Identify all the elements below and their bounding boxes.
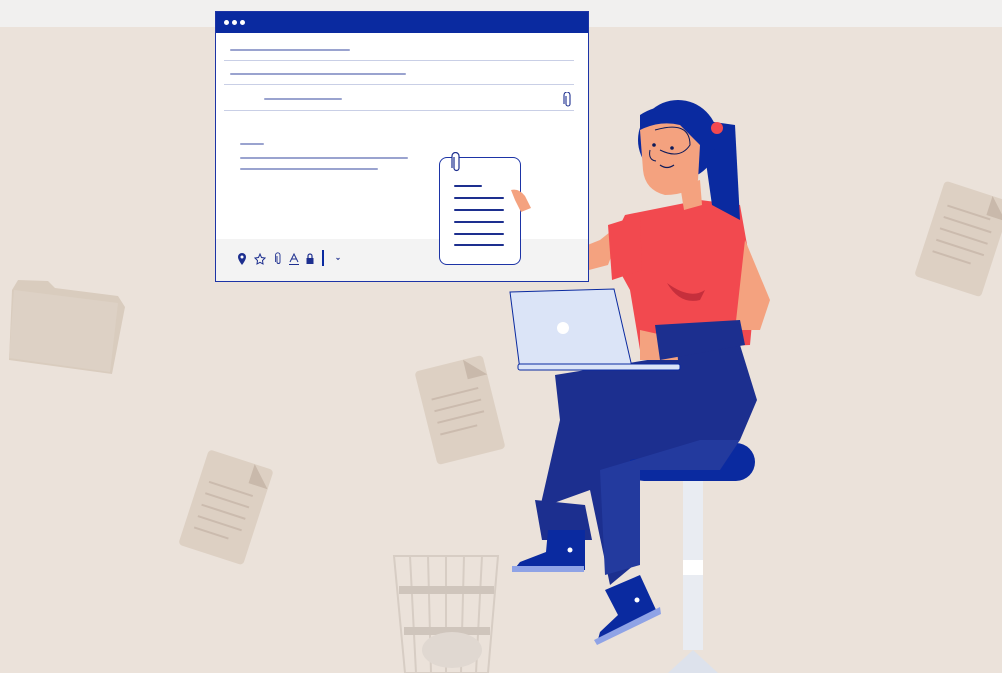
document-line	[454, 185, 482, 187]
field-divider	[224, 60, 574, 61]
star-icon[interactable]	[254, 252, 266, 266]
titlebar-dot-icon[interactable]	[232, 20, 237, 25]
folder-icon	[9, 280, 125, 374]
compose-toolbar	[216, 239, 588, 281]
body-text-line	[240, 168, 378, 170]
document-line	[454, 209, 504, 211]
email-compose-window	[215, 11, 589, 282]
field-divider	[224, 110, 574, 111]
lock-icon[interactable]	[304, 252, 316, 266]
to-field-placeholder[interactable]	[230, 49, 350, 51]
attachment-icon[interactable]	[563, 92, 573, 108]
woman-head	[638, 100, 740, 220]
document-line	[454, 221, 504, 223]
document-icon	[915, 181, 1002, 297]
window-titlebar	[216, 12, 588, 33]
paperclip-icon[interactable]	[272, 252, 284, 266]
document-paperclip-icon	[451, 152, 460, 172]
body-text-line	[240, 157, 408, 159]
send-divider	[322, 250, 324, 266]
body-text-line	[240, 143, 264, 145]
subject-field-placeholder[interactable]	[264, 98, 342, 100]
field-divider	[224, 84, 574, 85]
document-line	[454, 197, 504, 199]
text-format-icon[interactable]	[288, 252, 300, 266]
chevron-down-icon[interactable]	[332, 252, 344, 266]
woman-hand	[511, 189, 531, 212]
woman-legs	[512, 345, 757, 645]
document-line	[454, 244, 504, 246]
cc-field-placeholder[interactable]	[230, 73, 406, 75]
document-icon	[415, 355, 505, 465]
document-icon	[179, 450, 273, 565]
titlebar-dot-icon[interactable]	[240, 20, 245, 25]
location-pin-icon[interactable]	[236, 252, 248, 266]
document-line	[454, 233, 504, 235]
titlebar-dot-icon[interactable]	[224, 20, 229, 25]
waste-basket-icon	[392, 555, 500, 673]
stool	[625, 443, 755, 673]
